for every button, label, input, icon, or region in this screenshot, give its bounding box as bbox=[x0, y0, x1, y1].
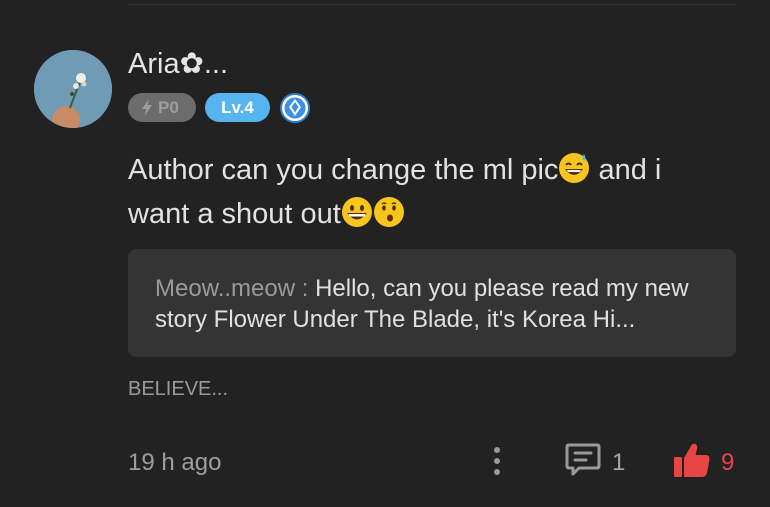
bolt-icon bbox=[142, 99, 152, 116]
source-tag[interactable]: BELIEVE... bbox=[128, 376, 228, 402]
like-count: 9 bbox=[721, 449, 735, 476]
comment-card: Aria✿... P0 Lv.4 Author can you change t… bbox=[0, 0, 770, 507]
power-badge[interactable]: P0 bbox=[128, 93, 196, 122]
comment-icon[interactable] bbox=[564, 441, 602, 479]
more-vertical-icon[interactable] bbox=[487, 445, 507, 477]
sweat-smile-emoji bbox=[559, 153, 590, 183]
grinning-emoji bbox=[341, 197, 372, 227]
comment-body: Author can you change the ml pic and i w… bbox=[128, 148, 728, 236]
quoted-reply[interactable]: Meow..meow : Hello, can you please read … bbox=[128, 249, 736, 357]
level-badge[interactable]: Lv.4 bbox=[205, 93, 270, 122]
power-badge-label: P0 bbox=[158, 98, 179, 117]
avatar[interactable] bbox=[34, 50, 112, 128]
avatar-image bbox=[34, 50, 112, 128]
reply-count: 1 bbox=[612, 449, 626, 476]
quoted-reply-text: Meow..meow : Hello, can you please read … bbox=[155, 273, 715, 335]
top-divider bbox=[128, 4, 736, 5]
timestamp: 19 h ago bbox=[128, 449, 222, 476]
thumbs-up-icon[interactable] bbox=[672, 440, 712, 480]
kissing-emoji bbox=[373, 197, 404, 227]
quoted-reply-author[interactable]: Meow..meow : bbox=[155, 275, 315, 302]
gem-icon[interactable] bbox=[280, 93, 310, 123]
comment-text-part-1: Author can you change the ml pic bbox=[128, 154, 559, 186]
username[interactable]: Aria✿... bbox=[128, 46, 228, 82]
